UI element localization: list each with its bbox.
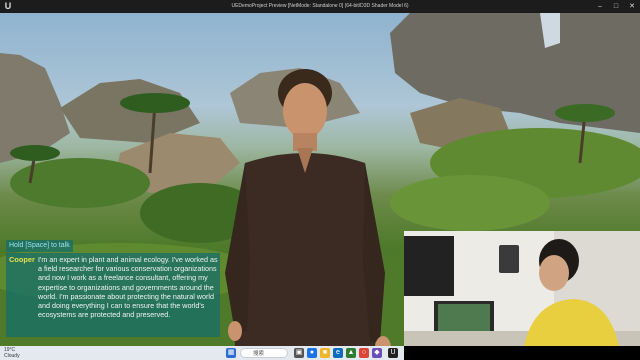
start-icon[interactable]: ▦ <box>226 348 236 358</box>
talk-hint: Hold [Space] to talk <box>6 240 73 252</box>
chrome-icon[interactable]: ● <box>307 348 317 358</box>
task-view-icon[interactable]: ▣ <box>294 348 304 358</box>
minimize-button[interactable]: – <box>592 0 608 13</box>
close-button[interactable]: ✕ <box>624 0 640 13</box>
webcam-overlay <box>404 231 640 346</box>
app-icon-2[interactable]: ◆ <box>372 348 382 358</box>
intercom-panel <box>499 245 519 273</box>
search-box[interactable]: 搜索 <box>240 348 288 358</box>
bush-right-low <box>390 175 550 231</box>
search-placeholder: 搜索 <box>253 351 265 357</box>
webcam-scene <box>404 231 640 346</box>
window-titlebar: U UEDemoProject Preview [NetMode: Standa… <box>0 0 640 13</box>
speaker-name: Cooper <box>9 255 35 264</box>
windows-taskbar: 19°C Cloudy ▦ 搜索 ▣ ● ■ e ▲ ○ ◆ U <box>0 346 404 360</box>
chrome-alt-icon[interactable]: ○ <box>359 348 369 358</box>
avatar-character <box>225 69 391 346</box>
dialogue-text: I'm an expert in plant and animal ecolog… <box>38 255 218 320</box>
window-title: UEDemoProject Preview [NetMode: Standalo… <box>231 3 409 9</box>
weather-desc: Cloudy <box>4 353 20 359</box>
dialogue-box: Cooper I'm an expert in plant and animal… <box>6 253 220 337</box>
maximize-button[interactable]: □ <box>608 0 624 13</box>
monitor <box>404 236 454 296</box>
edge-icon[interactable]: e <box>333 348 343 358</box>
unreal-taskbar-icon[interactable]: U <box>388 348 398 358</box>
app-icon[interactable]: ▲ <box>346 348 356 358</box>
file-explorer-icon[interactable]: ■ <box>320 348 330 358</box>
weather-widget[interactable]: 19°C Cloudy <box>4 347 20 359</box>
cliff-middle-left <box>60 79 200 143</box>
